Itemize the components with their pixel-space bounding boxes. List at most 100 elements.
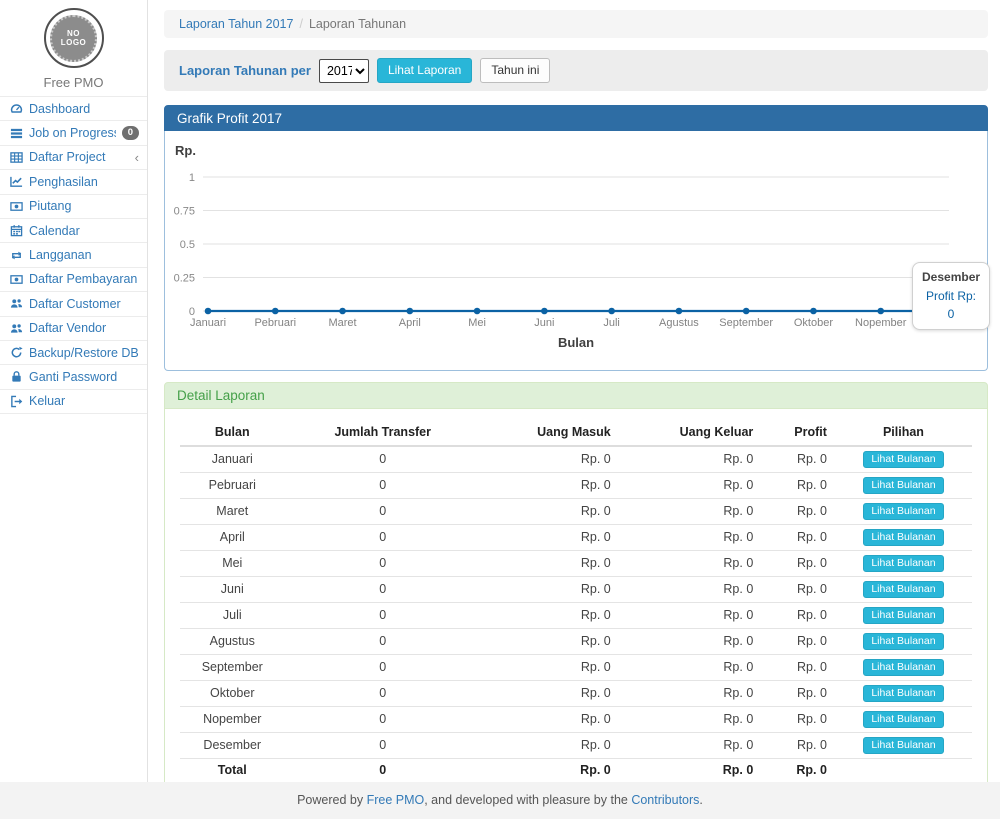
cell-uang-keluar: Rp. 0 [619,499,762,525]
tasks-icon [9,127,23,140]
detail-report-panel: Detail Laporan BulanJumlah TransferUang … [164,382,988,797]
chart-x-tick-label: Oktober [794,317,833,329]
lihat-bulanan-button[interactable]: Lihat Bulanan [863,607,943,624]
cell-bulan: Oktober [180,681,285,707]
chart-point-mei[interactable] [474,308,481,315]
cell-bulan: Juni [180,577,285,603]
chart-x-tick-label: Juni [534,317,554,329]
job-count-badge: 0 [122,126,139,140]
chart-point-pebruari[interactable] [272,308,279,315]
sidebar-item-dashboard[interactable]: Dashboard [0,97,147,121]
brand-name: Free PMO [0,75,147,90]
chart-tooltip: Desember Profit Rp: 0 [912,262,990,330]
sidebar-item-daftar-vendor[interactable]: Daftar Vendor [0,317,147,341]
view-report-button[interactable]: Lihat Laporan [377,58,472,82]
chart-point-januari[interactable] [205,308,212,315]
lihat-bulanan-button[interactable]: Lihat Bulanan [863,685,943,702]
footer-link-contributors[interactable]: Contributors [631,793,699,807]
total-uang-masuk: Rp. 0 [481,759,619,783]
sidebar-item-backup-restore-db[interactable]: Backup/Restore DB [0,341,147,365]
sidebar-item-daftar-project[interactable]: Daftar Project‹ [0,146,147,170]
chart-point-agustus[interactable] [676,308,683,315]
year-select[interactable]: 2017 [319,59,369,83]
cell-pilihan: Lihat Bulanan [835,525,972,551]
chart-point-april[interactable] [407,308,414,315]
lihat-bulanan-button[interactable]: Lihat Bulanan [863,503,943,520]
cell-pilihan: Lihat Bulanan [835,681,972,707]
cell-jumlah-transfer: 0 [285,499,481,525]
table-header-row: BulanJumlah TransferUang MasukUang Kelua… [180,419,972,446]
cell-uang-keluar: Rp. 0 [619,473,762,499]
chart-x-tick-label: Mei [468,317,486,329]
footer-text-after: . [699,793,702,807]
chart-x-axis-label: Bulan [558,335,594,350]
table-total-row: Total0Rp. 0Rp. 0Rp. 0 [180,759,972,783]
sidebar-item-penghasilan[interactable]: Penghasilan [0,170,147,194]
sign-out-icon [9,395,23,408]
sidebar-item-piutang[interactable]: Piutang [0,195,147,219]
total-profit: Rp. 0 [761,759,835,783]
table-row-nopember: Nopember0Rp. 0Rp. 0Rp. 0Lihat Bulanan [180,707,972,733]
tooltip-value: Profit Rp: 0 [922,287,980,324]
chart-y-axis-label: Rp. [175,143,196,158]
sidebar-item-calendar[interactable]: Calendar [0,219,147,243]
chart-y-tick-label: 0.75 [174,206,195,218]
table-row-juli: Juli0Rp. 0Rp. 0Rp. 0Lihat Bulanan [180,603,972,629]
chart-y-tick-label: 0.25 [174,273,195,285]
sidebar-item-keluar[interactable]: Keluar [0,390,147,414]
users-icon [9,297,23,310]
cell-uang-masuk: Rp. 0 [481,499,619,525]
lihat-bulanan-button[interactable]: Lihat Bulanan [863,711,943,728]
table-row-oktober: Oktober0Rp. 0Rp. 0Rp. 0Lihat Bulanan [180,681,972,707]
sidebar-item-job-on-progress[interactable]: Job on Progress0 [0,121,147,145]
lihat-bulanan-button[interactable]: Lihat Bulanan [863,633,943,650]
sidebar-item-langganan[interactable]: Langganan [0,243,147,267]
cell-uang-keluar: Rp. 0 [619,681,762,707]
cell-pilihan: Lihat Bulanan [835,603,972,629]
logo-area: NO LOGO Free PMO [0,0,147,96]
cell-pilihan: Lihat Bulanan [835,446,972,473]
lock-icon [9,370,23,383]
cell-jumlah-transfer: 0 [285,707,481,733]
lihat-bulanan-button[interactable]: Lihat Bulanan [863,529,943,546]
users-icon [9,322,23,335]
lihat-bulanan-button[interactable]: Lihat Bulanan [863,737,943,754]
cell-bulan: Januari [180,446,285,473]
chart-point-juni[interactable] [541,308,548,315]
cell-profit: Rp. 0 [761,473,835,499]
lihat-bulanan-button[interactable]: Lihat Bulanan [863,555,943,572]
chart-point-maret[interactable] [339,308,346,315]
cell-profit: Rp. 0 [761,551,835,577]
chart-y-tick-label: 0.5 [180,239,195,251]
chart-point-september[interactable] [743,308,750,315]
column-header-jumlah-transfer: Jumlah Transfer [285,419,481,446]
tooltip-month: Desember [922,268,980,287]
lihat-bulanan-button[interactable]: Lihat Bulanan [863,581,943,598]
chart-point-oktober[interactable] [810,308,817,315]
cell-pilihan: Lihat Bulanan [835,473,972,499]
breadcrumb: Laporan Tahun 2017/Laporan Tahunan [164,10,988,38]
lihat-bulanan-button[interactable]: Lihat Bulanan [863,477,943,494]
chart-x-tick-label: Januari [190,317,226,329]
calendar-icon [9,224,23,237]
lihat-bulanan-button[interactable]: Lihat Bulanan [863,659,943,676]
cell-jumlah-transfer: 0 [285,525,481,551]
sidebar-item-daftar-pembayaran[interactable]: Daftar Pembayaran [0,268,147,292]
sidebar-item-daftar-customer[interactable]: Daftar Customer [0,292,147,316]
sidebar-item-ganti-password[interactable]: Ganti Password [0,365,147,389]
table-icon [9,151,23,164]
cell-uang-masuk: Rp. 0 [481,629,619,655]
filter-label: Laporan Tahunan per [179,63,311,78]
chart-point-juli[interactable] [608,308,615,315]
lihat-bulanan-button[interactable]: Lihat Bulanan [863,451,943,468]
sidebar-item-label: Daftar Pembayaran [29,272,139,286]
cell-pilihan: Lihat Bulanan [835,629,972,655]
footer-link-free-pmo[interactable]: Free PMO [367,793,425,807]
this-year-button[interactable]: Tahun ini [480,58,550,82]
report-filter-bar: Laporan Tahunan per 2017 Lihat Laporan T… [164,50,988,91]
cell-bulan: Agustus [180,629,285,655]
cell-profit: Rp. 0 [761,525,835,551]
breadcrumb-link-laporan-tahun[interactable]: Laporan Tahun 2017 [179,17,293,31]
cell-bulan: April [180,525,285,551]
chart-point-nopember[interactable] [877,308,884,315]
